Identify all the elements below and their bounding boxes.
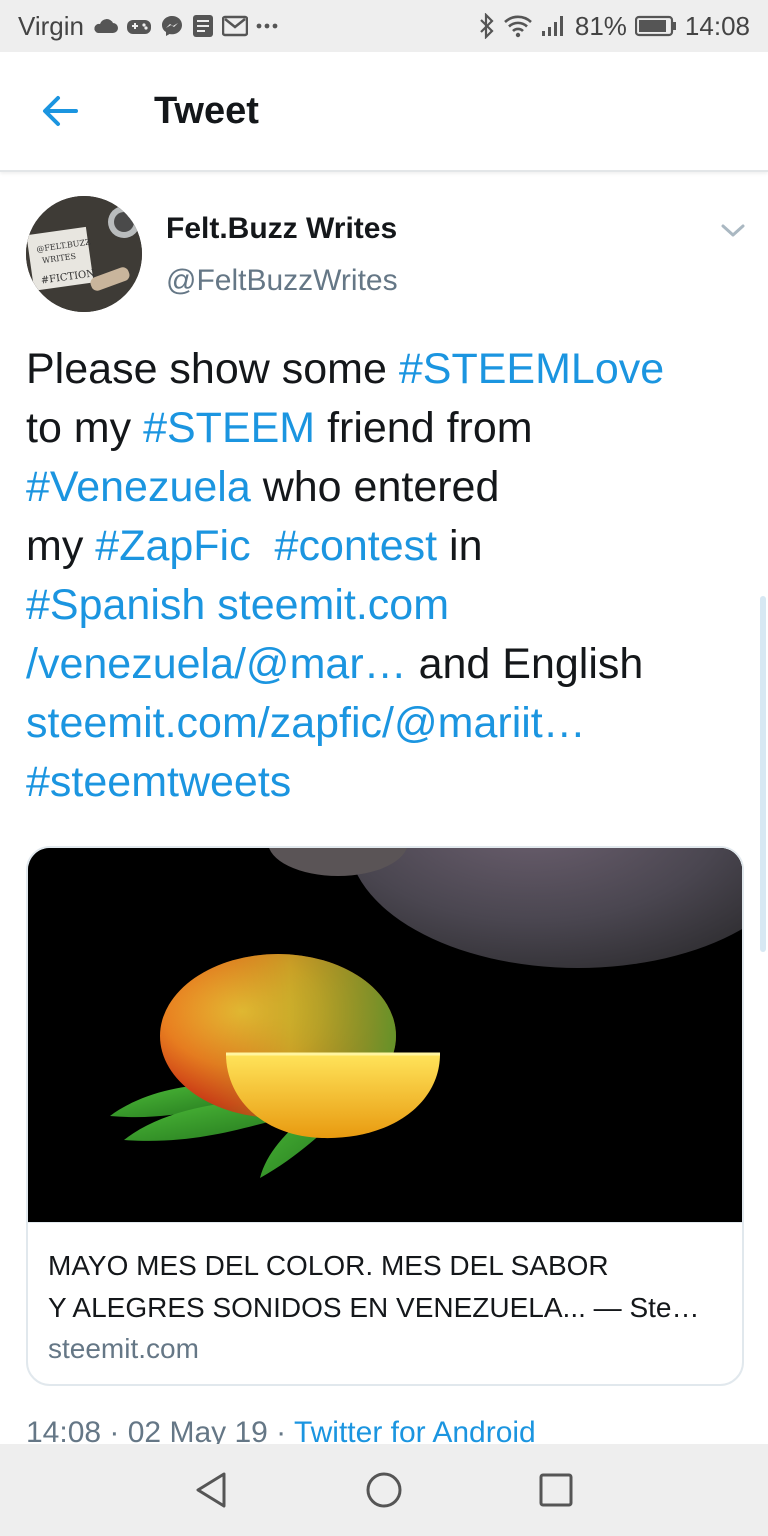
- tweet-text-line: #steemtweets: [26, 753, 746, 812]
- gmail-icon: [222, 15, 249, 37]
- triangle-back-icon: [196, 1472, 226, 1508]
- page-title: Tweet: [154, 89, 259, 132]
- status-bar: Virgin 81% 14:08: [0, 0, 768, 52]
- tweet-text: Please show some #STEEMLove to my #STEEM …: [26, 340, 746, 812]
- author-handle[interactable]: @FeltBuzzWrites: [166, 264, 398, 298]
- hashtag-link[interactable]: #Venezuela: [26, 463, 251, 511]
- hashtag-link[interactable]: #STEEMLove: [399, 345, 664, 393]
- wifi-icon: [503, 14, 533, 38]
- author-name[interactable]: Felt.Buzz Writes: [166, 212, 397, 246]
- tweet-text-line: my #ZapFic #contest in: [26, 517, 746, 576]
- more-dots-icon: [256, 22, 278, 30]
- battery-percent: 81%: [574, 10, 627, 41]
- hashtag-link[interactable]: #STEEM: [143, 404, 315, 452]
- hashtag-link[interactable]: #steemtweets: [26, 758, 291, 806]
- tweet-text-line: #Venezuela who entered: [26, 458, 746, 517]
- link-card[interactable]: MAYO MES DEL COLOR. MES DEL SABOR Y ALEG…: [26, 846, 744, 1386]
- nav-back-button[interactable]: [186, 1464, 238, 1516]
- card-title-line-2: Y ALEGRES SONIDOS EN VENEZUELA... — Ste…: [48, 1292, 700, 1323]
- author-row: @FELT.BUZZ WRITES #FICTION Felt.Buzz Wri…: [0, 172, 768, 322]
- messenger-icon: [160, 14, 184, 38]
- tweet-text-segment: [205, 581, 217, 629]
- tweet: @FELT.BUZZ WRITES #FICTION Felt.Buzz Wri…: [0, 172, 768, 1449]
- status-bar-left: Virgin: [0, 11, 278, 42]
- tweet-text-segment: who entered: [250, 463, 500, 511]
- tweet-text-segment: in: [437, 522, 483, 570]
- tweet-text-segment: my: [26, 522, 96, 570]
- hashtag-link[interactable]: steemit.com: [217, 581, 449, 629]
- tweet-text-segment: Please show some: [26, 345, 399, 393]
- bluetooth-icon: [479, 13, 495, 39]
- nav-recents-button[interactable]: [530, 1464, 582, 1516]
- back-button[interactable]: [0, 52, 120, 170]
- card-body: MAYO MES DEL COLOR. MES DEL SABOR Y ALEG…: [28, 1222, 742, 1384]
- tweet-text-segment: friend from: [315, 404, 533, 452]
- card-title: MAYO MES DEL COLOR. MES DEL SABOR Y ALEG…: [48, 1245, 728, 1329]
- hashtag-link[interactable]: /venezuela/@mar…: [26, 640, 407, 688]
- tweet-text-line: /venezuela/@mar… and English: [26, 635, 746, 694]
- tweet-text-segment: and English: [406, 640, 644, 688]
- screen: Virgin 81% 14:08 Tweet @FELT.BUZZ WRITES…: [0, 0, 768, 1536]
- nav-home-button[interactable]: [358, 1464, 410, 1516]
- status-bar-right: 81% 14:08: [479, 11, 768, 42]
- app-header: Tweet: [0, 52, 768, 172]
- hashtag-link[interactable]: #ZapFic: [95, 522, 250, 570]
- carrier-label: Virgin: [18, 10, 85, 41]
- document-icon: [192, 14, 214, 38]
- card-image: [28, 848, 742, 1222]
- square-recents-icon: [539, 1473, 573, 1507]
- chevron-down-icon[interactable]: [716, 216, 750, 246]
- hashtag-link[interactable]: #contest: [275, 522, 438, 570]
- scroll-indicator: [760, 596, 766, 952]
- tweet-text-segment: to my: [26, 404, 144, 452]
- signal-icon: [541, 15, 567, 37]
- card-domain: steemit.com: [48, 1333, 199, 1364]
- circle-home-icon: [366, 1472, 402, 1508]
- card-title-line-1: MAYO MES DEL COLOR. MES DEL SABOR: [48, 1250, 609, 1281]
- battery-icon: [634, 15, 677, 37]
- avatar[interactable]: @FELT.BUZZ WRITES #FICTION: [26, 196, 142, 312]
- tweet-text-line: Please show some #STEEMLove: [26, 340, 746, 399]
- tweet-text-line: #Spanish steemit.com: [26, 576, 746, 635]
- hashtag-link[interactable]: #Spanish: [26, 581, 205, 629]
- hashtag-link[interactable]: steemit.com/zapfic/@mariit…: [26, 699, 586, 747]
- back-arrow-icon: [43, 96, 78, 126]
- cloud-icon: [92, 18, 119, 34]
- tweet-text-line: steemit.com/zapfic/@mariit…: [26, 694, 746, 753]
- navigation-bar: [0, 1444, 768, 1536]
- status-time: 14:08: [684, 10, 750, 41]
- tweet-text-line: to my #STEEM friend from: [26, 399, 746, 458]
- game-controller-icon: [126, 15, 152, 37]
- tweet-text-segment: [251, 522, 275, 570]
